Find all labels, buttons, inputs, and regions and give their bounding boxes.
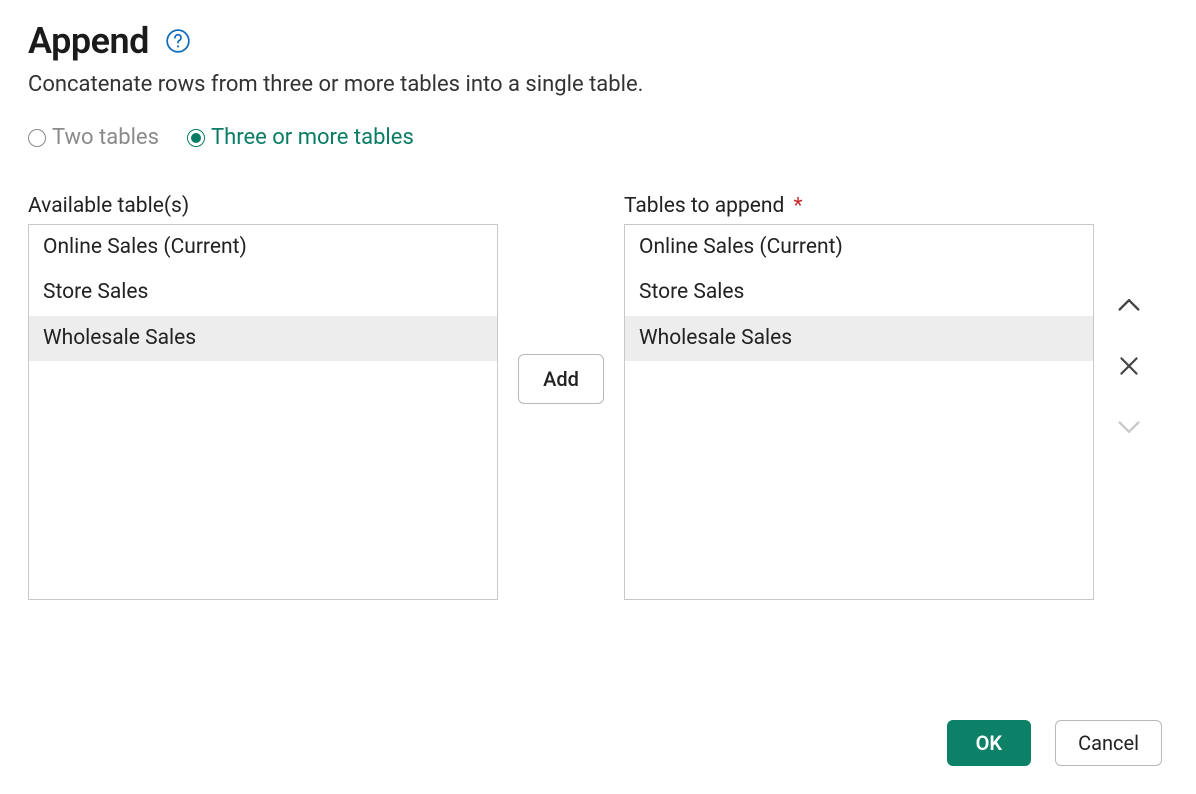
chevron-down-icon <box>1115 412 1143 440</box>
radio-three-label: Three or more tables <box>211 125 414 150</box>
available-tables-column: Available table(s) Online Sales (Current… <box>28 194 498 600</box>
radio-two-tables[interactable]: Two tables <box>28 125 159 150</box>
radio-circle-icon <box>28 129 46 147</box>
move-down-button[interactable] <box>1113 410 1145 442</box>
move-up-button[interactable] <box>1113 290 1145 322</box>
list-item[interactable]: Online Sales (Current) <box>29 225 497 270</box>
dialog-subtitle: Concatenate rows from three or more tabl… <box>28 72 1168 97</box>
radio-dot-icon <box>191 133 201 143</box>
title-row: Append <box>28 20 1168 62</box>
list-item[interactable]: Online Sales (Current) <box>625 225 1093 270</box>
tables-to-append-label-text: Tables to append <box>624 194 784 218</box>
radio-circle-icon <box>187 129 205 147</box>
ok-button[interactable]: OK <box>947 720 1031 766</box>
available-tables-label: Available table(s) <box>28 194 498 218</box>
required-asterisk: * <box>794 194 803 218</box>
remove-button[interactable] <box>1113 350 1145 382</box>
lists-row: Available table(s) Online Sales (Current… <box>28 194 1168 600</box>
help-icon[interactable] <box>165 28 191 54</box>
list-item[interactable]: Store Sales <box>625 270 1093 315</box>
tables-to-append-label: Tables to append * <box>624 194 1094 218</box>
chevron-up-icon <box>1115 292 1143 320</box>
dialog-footer: OK Cancel <box>947 720 1162 766</box>
tables-to-append-listbox[interactable]: Online Sales (Current)Store SalesWholesa… <box>624 224 1094 600</box>
cancel-button[interactable]: Cancel <box>1055 720 1162 766</box>
available-tables-listbox[interactable]: Online Sales (Current)Store SalesWholesa… <box>28 224 498 600</box>
list-item[interactable]: Wholesale Sales <box>625 316 1093 361</box>
dialog-title: Append <box>28 20 149 62</box>
list-item[interactable]: Wholesale Sales <box>29 316 497 361</box>
middle-column: Add <box>498 194 624 404</box>
tables-to-append-column: Tables to append * Online Sales (Current… <box>624 194 1094 600</box>
radio-two-label: Two tables <box>52 125 159 150</box>
add-button[interactable]: Add <box>518 354 604 404</box>
radio-three-or-more-tables[interactable]: Three or more tables <box>187 125 414 150</box>
close-icon <box>1116 353 1142 379</box>
list-item[interactable]: Store Sales <box>29 270 497 315</box>
append-dialog: Append Concatenate rows from three or mo… <box>0 0 1196 794</box>
radio-group-table-count: Two tables Three or more tables <box>28 125 1168 150</box>
reorder-buttons-column <box>1094 194 1164 442</box>
